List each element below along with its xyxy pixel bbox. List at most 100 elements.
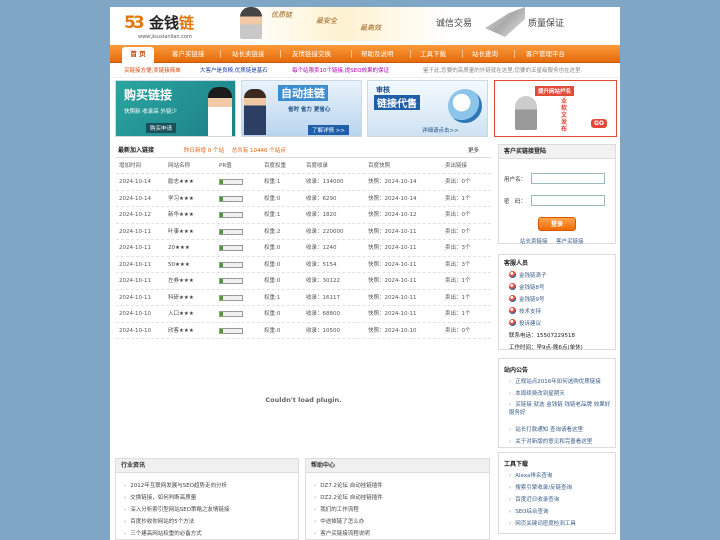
row-date: 2024-10-14 [119,195,151,202]
nav-client-platform[interactable]: 客户管理平台 [526,45,565,63]
ticker-item: 鉴于此,您要的高质量的外链就在这里,您要的五星级服务也在这里. [423,68,583,74]
site-notice-box: 站内公告 正规站点2016年如何选购优质链接 本周续费改到星期天 买链接 就选 … [498,358,616,448]
latest-links-more-link[interactable]: 更多 [468,144,479,158]
stat-new-unit: 个站 [213,148,225,154]
nav-separator [280,50,281,58]
col-baidu-weight: 百度权重 [264,163,287,169]
row-baidu-snapshot: 快照：2024-10-11 [368,294,417,301]
row-site-name[interactable]: 入口★★★ [168,306,194,322]
nav-link-exchange[interactable]: 友情链接交换 [292,45,331,63]
banner-slogan-2: 最安全 [316,17,337,25]
promo-buy-button[interactable]: 购买申请 [146,123,177,133]
row-site-name[interactable]: 20★★★ [168,240,190,256]
banner-slogan-1: 优质链 [271,11,292,19]
stat-total-unit: 个站点 [269,148,286,154]
service-agent[interactable]: 投诉建议 [509,319,541,327]
handshake-image [485,7,525,37]
username-input[interactable] [531,173,605,184]
industry-news-item[interactable]: 三个建高网站权重的必备方式 [124,529,202,537]
seller-link[interactable]: 站长卖链接 [520,237,548,245]
tools-item[interactable]: 百度近日收录查询 [509,495,559,503]
row-site-name[interactable]: 左券★★★ [168,273,194,289]
tools-item[interactable]: 搜索引擎收录/反链查询 [509,483,572,491]
promo-article-figure-image [515,96,537,130]
help-center-item[interactable]: 客户买链接流程说明 [314,529,370,537]
table-row: 2024-10-10 欣客★★★ 权重:0 收录：10500 快照：2024-10-10… [116,323,491,339]
tools-item[interactable]: SEO综合查询 [509,507,548,515]
promo-link-resale[interactable]: 审核 链接代售 详细请点击>> [367,80,488,137]
username-label: 用户名： [504,177,527,183]
industry-news-item[interactable]: 2012年互联网发展与SEO趋势走向分析 [124,481,227,489]
nav-tools[interactable]: 工具下载 [420,45,446,63]
promo-article-go-button[interactable]: GO [591,119,608,128]
password-input[interactable] [531,195,605,206]
client-link[interactable]: 客户买链接 [556,237,584,245]
pr-bar [219,261,243,268]
nav-sell-links[interactable]: 站长卖链接 [232,45,265,63]
row-baidu-index: 收录：1820 [306,212,337,218]
promo-resale-title: 链接代售 [374,95,420,110]
industry-news-item[interactable]: 百度抄收你网站的5个方法 [124,517,194,525]
promo-buy-links[interactable]: 购买链接 快照新 收录高 外链少 购买申请 [115,80,236,137]
promo-auto-link[interactable]: 自动挂链 省时 省力 更省心 了解详情 >> [241,80,362,137]
pr-bar [219,245,243,251]
pr-bar-fill [220,262,224,267]
promo-auto-title: 自动挂链 [278,85,328,101]
row-baidu-snapshot: 快照：2024-10-11 [368,261,417,268]
logo-mark: 53 [124,13,145,33]
row-site-name[interactable]: 学习★★★ [168,191,194,207]
login-button[interactable]: 登录 [538,217,576,231]
row-site-name[interactable]: 新华★★★ [168,207,194,223]
plugin-area: Couldn't load plugin. [116,352,491,452]
help-center-item[interactable]: 中途掉链了怎么办 [314,517,364,525]
nav-help[interactable]: 帮助及说明 [361,45,394,63]
service-agent[interactable]: 金钱链8号 [509,283,545,291]
nav-site-query[interactable]: 站长查询 [472,45,498,63]
row-site-name[interactable]: 励志★★★ [168,174,194,190]
site-notice-item[interactable]: 关于对新版的意见和完善看这里 [509,437,592,445]
nav-home[interactable]: 首 页 [122,47,154,63]
pr-bar [219,327,243,334]
col-site-name: 网站名称 [168,163,191,169]
service-agent-name: 金钱链8号 [519,285,545,291]
site-notice-item[interactable]: 本周续费改到星期天 [509,389,565,397]
banner-quality: 质量保证 [528,19,565,29]
tools-item[interactable]: Alexa排名查询 [509,471,552,479]
promo-auto-button[interactable]: 了解详情 >> [308,125,349,135]
site-notice-item[interactable]: 买链接 就选 金钱链 钱链老品牌 效果好 服务好 [509,401,613,417]
service-agent[interactable]: 金钱链9号 [509,295,545,303]
col-baidu-index: 百度收录 [306,163,329,169]
pr-bar [219,212,243,218]
row-baidu-weight: 权重:1 [264,294,281,301]
promo-resale-button[interactable]: 详细请点击>> [422,126,459,134]
site-logo[interactable]: 53 金钱链 www.jisuxianlian.com [124,12,214,42]
service-phone: 联系电话：15507229518 [509,331,575,339]
latest-links-title: 最新加入链接 [118,147,155,154]
row-site-name[interactable]: 叶事★★★ [168,224,194,240]
qq-chat-icon [509,295,516,302]
logo-name: 金钱链 [149,13,194,33]
industry-news-item[interactable]: 深入分析索引型网站SEO策略之友情链接 [124,505,229,513]
help-center-item[interactable]: DZ2.2论坛 自动挂链插件 [314,493,383,501]
row-date: 2024-10-11 [119,278,151,284]
row-site-name[interactable]: 科研★★★ [168,290,194,306]
service-phone-number: 15507229518 [536,333,576,339]
row-sold-links: 卖出：0个 [445,179,471,185]
row-sold-links: 卖出：0个 [445,228,471,235]
banner-person-image [240,7,262,39]
row-site-name[interactable]: 50★★★ [168,257,190,273]
industry-news-item[interactable]: 交换链接，如何判断高质量 [124,493,196,501]
help-center-item[interactable]: DZ7.2论坛 自动挂链插件 [314,481,383,489]
nav-buy-links[interactable]: 客户买链接 [172,45,205,63]
tools-item[interactable]: 网页关键词密度检测工具 [509,519,576,527]
site-notice-item[interactable]: 正规站点2016年如何选购优质链接 [509,377,601,385]
col-baidu-snapshot: 百度快照 [368,163,391,169]
promo-article-publish[interactable]: 提升网站排名 专业软文发布 GO [494,80,617,137]
pr-bar [219,311,243,317]
service-agent[interactable]: 金钱链滴子 [509,271,547,279]
row-site-name[interactable]: 欣客★★★ [168,323,194,339]
help-center-box: 帮助中心 DZ7.2论坛 自动挂链插件 DZ2.2论坛 自动挂链插件 我们的工作… [305,458,490,540]
help-center-item[interactable]: 我们的工作流程 [314,505,359,513]
site-notice-item[interactable]: 站长打款通知 查询请看这里 [509,425,583,433]
service-agent[interactable]: 技术支持 [509,307,541,315]
